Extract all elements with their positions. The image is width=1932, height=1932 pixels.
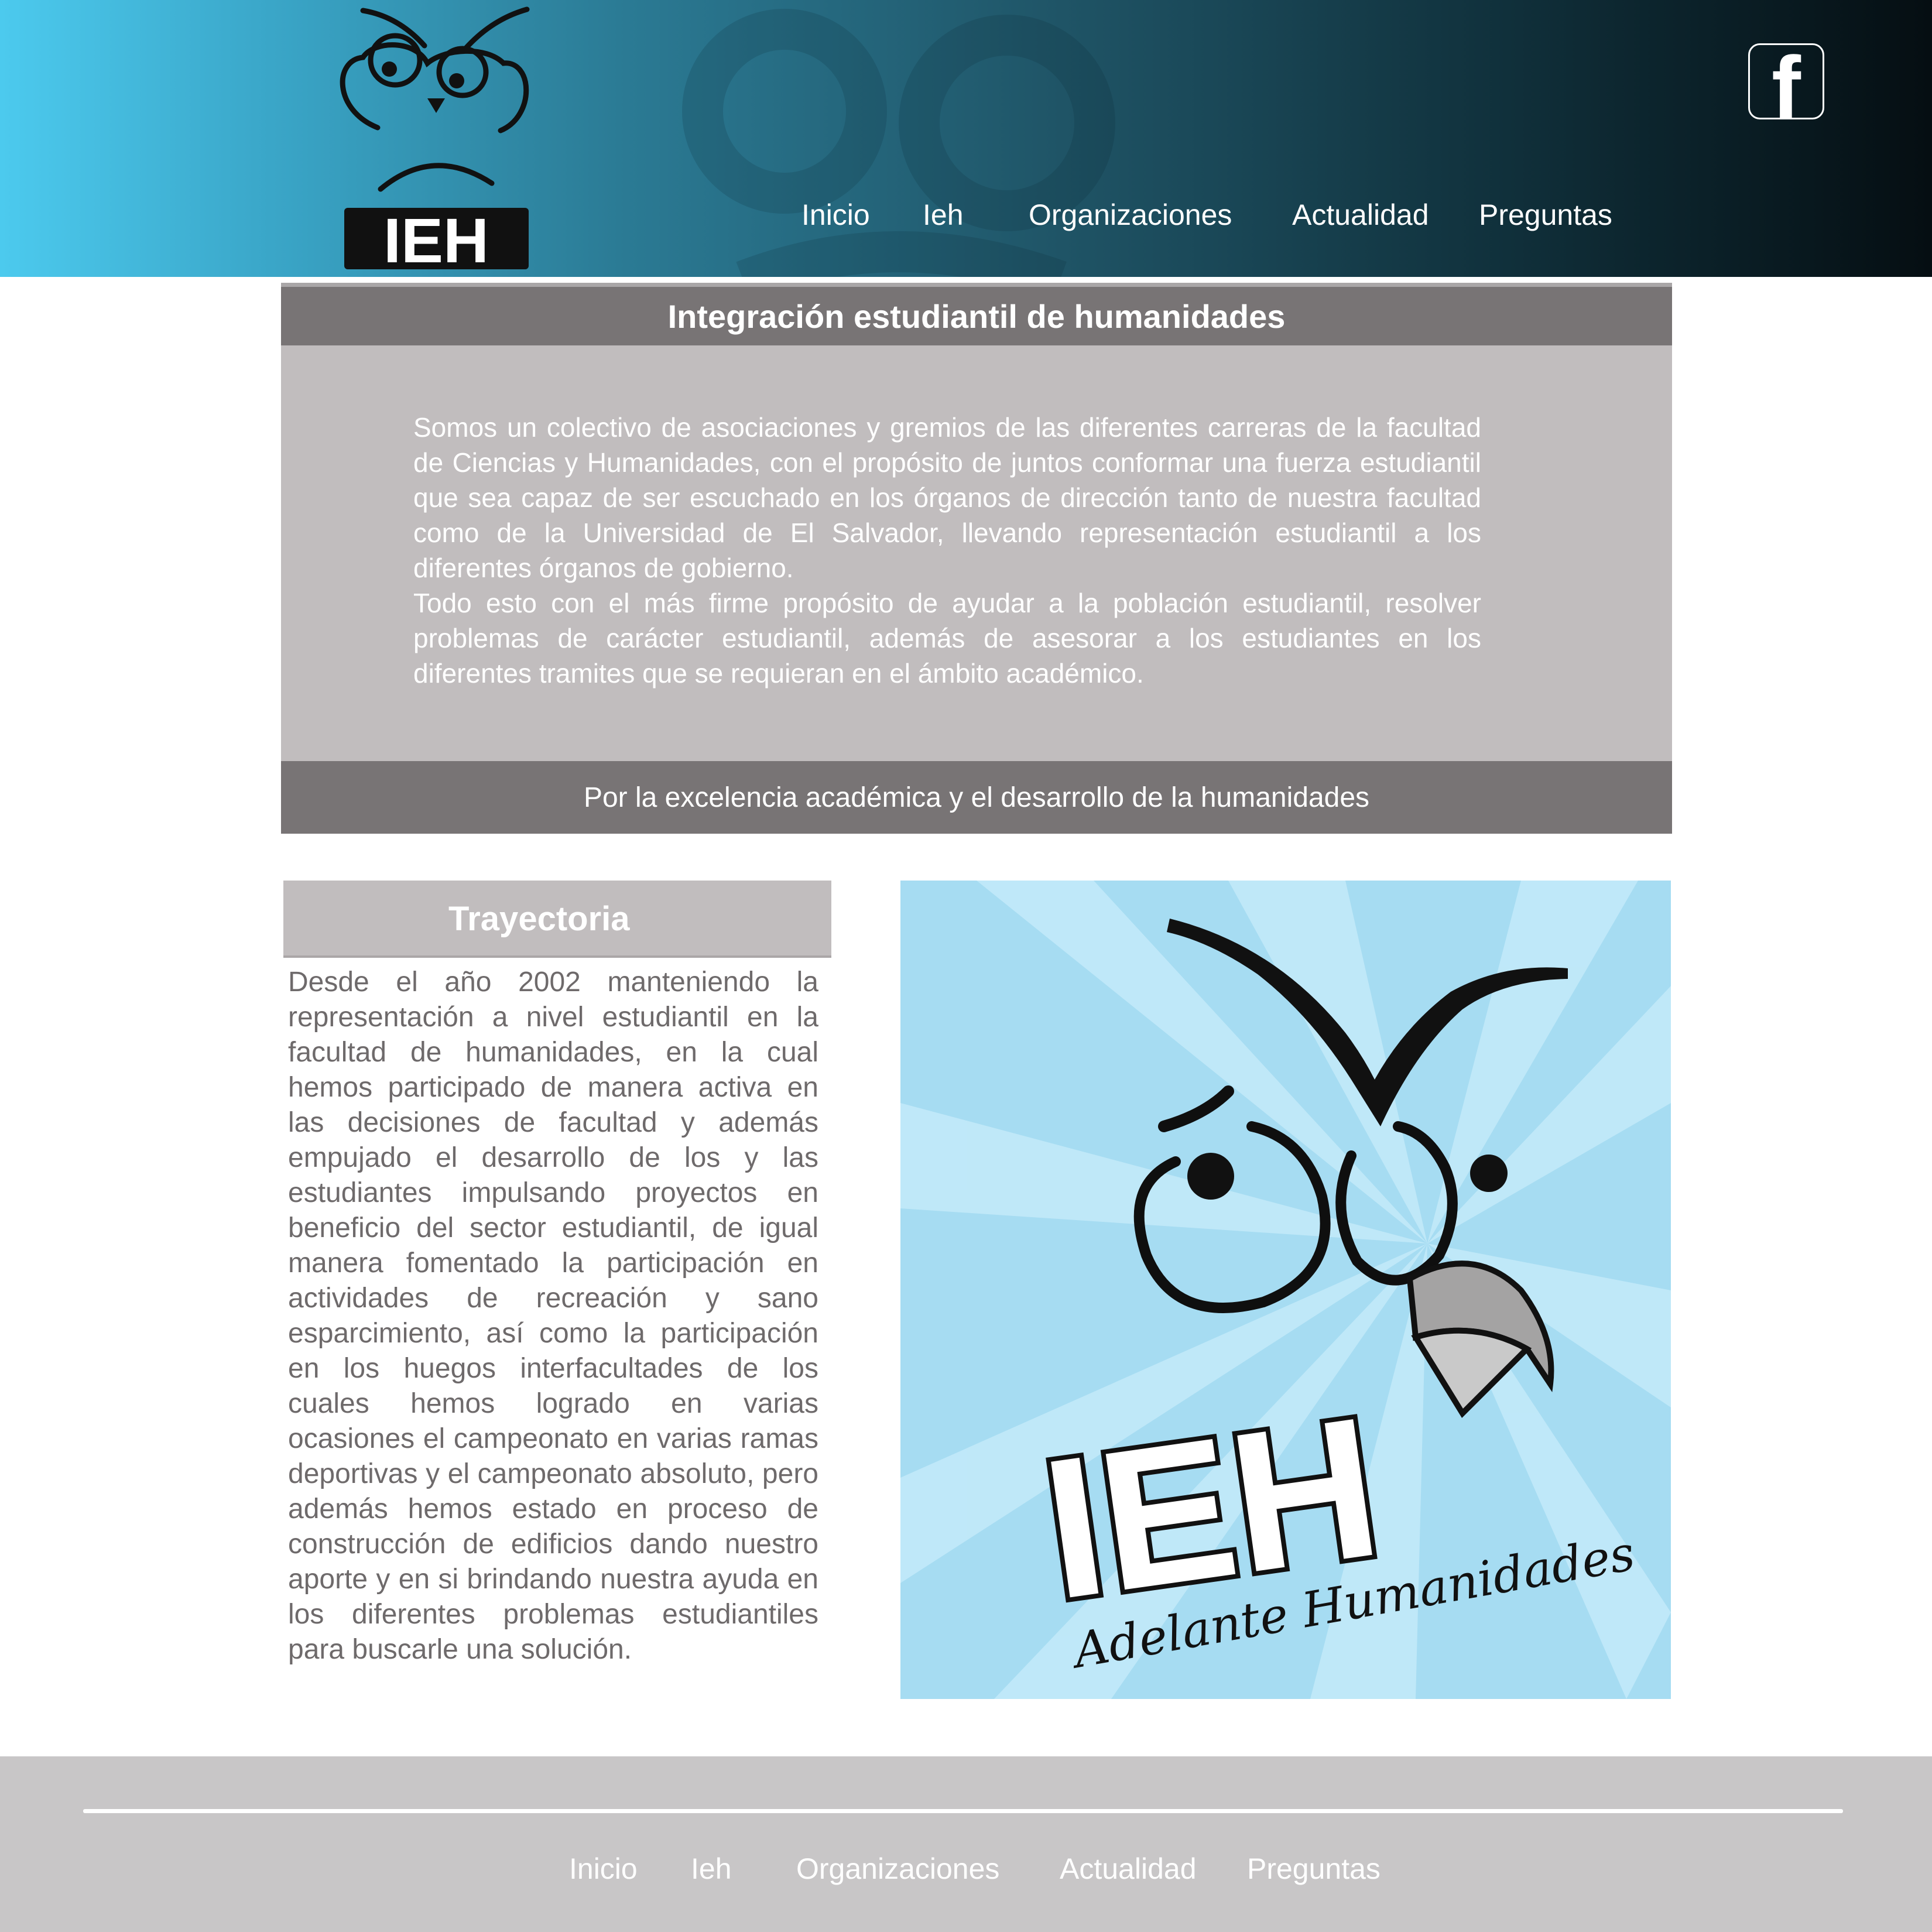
- intro-motto: Por la excelencia académica y el desarro…: [583, 782, 1370, 813]
- logo-letters: IEH: [344, 205, 529, 271]
- nav-actualidad[interactable]: Actualidad: [1292, 198, 1429, 232]
- intro-motto-bar: Por la excelencia académica y el desarro…: [281, 761, 1672, 834]
- ieh-owl-logo[interactable]: IEH: [334, 5, 544, 271]
- footer-nav-actualidad[interactable]: Actualidad: [1060, 1852, 1197, 1886]
- trayectoria-text: Desde el año 2002 manteniendo la represe…: [288, 967, 818, 1665]
- footer-nav-preguntas[interactable]: Preguntas: [1247, 1852, 1381, 1886]
- footer-nav-ieh[interactable]: Ieh: [691, 1852, 732, 1886]
- nav-preguntas[interactable]: Preguntas: [1479, 198, 1612, 232]
- site-header: IEH Inicio Ieh Organizaciones Actualidad…: [0, 0, 1932, 277]
- intro-title: Integración estudiantil de humanidades: [667, 297, 1286, 335]
- trayectoria-title: Trayectoria: [448, 900, 630, 938]
- owl-watermark-icon: [682, 9, 1115, 277]
- ieh-logo-image: IEH Adelante Humanidades: [900, 881, 1671, 1699]
- footer-nav-organizaciones[interactable]: Organizaciones: [796, 1852, 999, 1886]
- intro-paragraph: Somos un colectivo de asociaciones y gre…: [413, 412, 1481, 583]
- intro-title-bar: Integración estudiantil de humanidades: [281, 287, 1672, 345]
- intro-top-rule: [281, 283, 1672, 287]
- nav-ieh[interactable]: Ieh: [923, 198, 964, 232]
- logo-text: IEH: [383, 205, 489, 271]
- nav-inicio[interactable]: Inicio: [801, 198, 870, 232]
- facebook-icon: f: [1772, 38, 1801, 136]
- ieh-owl-illustration: IEH Adelante Humanidades: [900, 881, 1671, 1699]
- nav-organizaciones[interactable]: Organizaciones: [1029, 198, 1232, 232]
- site-footer: Inicio Ieh Organizaciones Actualidad Pre…: [0, 1756, 1932, 1932]
- intro-paragraph: Todo esto con el más firme propósito de …: [413, 588, 1481, 688]
- trayectoria-header: Trayectoria: [283, 881, 831, 958]
- intro-text: Somos un colectivo de asociaciones y gre…: [413, 410, 1481, 691]
- footer-nav-inicio[interactable]: Inicio: [569, 1852, 638, 1886]
- footer-divider: [83, 1809, 1843, 1813]
- facebook-button[interactable]: f: [1748, 43, 1824, 131]
